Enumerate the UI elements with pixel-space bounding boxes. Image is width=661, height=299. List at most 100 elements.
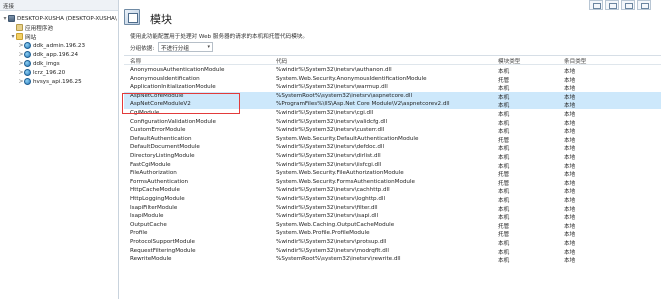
cell-name: FileAuthorization bbox=[130, 170, 177, 177]
cell-name: IsapiModule bbox=[130, 213, 164, 220]
table-row[interactable]: ConfigurationValidationModule %windir%\Sy… bbox=[124, 118, 661, 127]
tree-item-label: ddk_admin.196.23 bbox=[33, 42, 86, 49]
toolbar-view-button[interactable] bbox=[605, 0, 619, 10]
tree-item[interactable]: > ddk_app.196.24 bbox=[18, 50, 78, 59]
tree-item[interactable]: > hvsys_api.196.25 bbox=[18, 77, 82, 86]
modules-icon bbox=[124, 9, 140, 25]
table-row[interactable]: ApplicationInitializationModule %windir%\… bbox=[124, 83, 661, 92]
tree-item-label: ddk_imgs bbox=[33, 60, 60, 67]
cell-entry-type: 本地 bbox=[564, 258, 576, 265]
cell-code: System.Web.Security.FormsAuthenticationM… bbox=[276, 178, 415, 185]
cell-name: FastCgiModule bbox=[130, 161, 171, 168]
cell-name: FormsAuthentication bbox=[130, 178, 189, 185]
highlight-box bbox=[122, 93, 240, 114]
table-row[interactable]: ProtocolSupportModule %windir%\System32\i… bbox=[124, 238, 661, 247]
table-row[interactable]: DefaultDocumentModule %windir%\System32\i… bbox=[124, 143, 661, 152]
table-row[interactable]: AnonymousIdentification System.Web.Securi… bbox=[124, 75, 661, 84]
tree-item-label: DESKTOP-XUSHA (DESKTOP-XUSHA\ bbox=[17, 15, 117, 22]
tree-item[interactable]: ▾ 网站 bbox=[10, 32, 36, 41]
cell-name: DefaultAuthentication bbox=[130, 135, 192, 142]
table-row[interactable]: FileAuthorization System.Web.Security.Fil… bbox=[124, 169, 661, 178]
chevron-down-icon: ▾ bbox=[207, 44, 210, 50]
folder-icon bbox=[16, 33, 23, 40]
connections-header: 连接 bbox=[0, 0, 118, 11]
connections-panel: 连接 ▾ DESKTOP-XUSHA (DESKTOP-XUSHA\ 应用程序池 ▾ 网… bbox=[0, 0, 119, 299]
cell-code: %windir%\System32\inetsrv\modrqflt.dll bbox=[276, 247, 389, 254]
cell-name: OutputCache bbox=[130, 221, 167, 228]
table-row[interactable]: IsapiModule %windir%\System32\inetsrv\isa… bbox=[124, 212, 661, 221]
cell-name: ConfigurationValidationModule bbox=[130, 118, 216, 125]
tree-item[interactable]: > ddk_admin.196.23 bbox=[18, 41, 85, 50]
table-row[interactable]: DirectoryListingModule %windir%\System32\… bbox=[124, 152, 661, 161]
cell-code: %windir%\System32\inetsrv\iisfcgi.dll bbox=[276, 161, 382, 168]
cell-code: %windir%\System32\inetsrv\validcfg.dll bbox=[276, 118, 388, 125]
cell-code: System.Web.Caching.OutputCacheModule bbox=[276, 221, 395, 228]
cell-name: RequestFilteringModule bbox=[130, 247, 196, 254]
column-entry-type[interactable]: 条目类型 bbox=[564, 57, 624, 65]
group-by-select[interactable]: 不进行分组 ▾ bbox=[158, 42, 213, 52]
table-row[interactable]: AnonymousAuthenticationModule %windir%\Sy… bbox=[124, 66, 661, 75]
tree-item-label: 应用程序池 bbox=[25, 25, 53, 32]
modules-page: 模块 使用此功能配置用于处理对 Web 服务器的请求的本机和托管代码模块。 分组… bbox=[120, 0, 661, 299]
tree-item[interactable]: > ddk_imgs bbox=[18, 59, 60, 68]
tree-item[interactable]: > lcrz_196.20 bbox=[18, 68, 65, 77]
table-row[interactable]: RequestFilteringModule %windir%\System32\… bbox=[124, 247, 661, 256]
cell-code: %windir%\System32\inetsrv\defdoc.dll bbox=[276, 144, 385, 151]
table-row[interactable]: CustomErrorModule %windir%\System32\inets… bbox=[124, 126, 661, 135]
tree-item[interactable]: 应用程序池 bbox=[10, 23, 53, 32]
toolbar-help-button[interactable] bbox=[637, 0, 651, 10]
tree-item[interactable]: ▾ DESKTOP-XUSHA (DESKTOP-XUSHA\ bbox=[2, 14, 117, 23]
column-code[interactable]: 代码 bbox=[276, 57, 504, 65]
globe-icon bbox=[24, 60, 31, 67]
cell-code: %windir%\System32\inetsrv\authanon.dll bbox=[276, 67, 392, 73]
table-row[interactable]: Profile System.Web.Profile.ProfileModule 托… bbox=[124, 229, 661, 238]
cell-code: %windir%\System32\inetsrv\custerr.dll bbox=[276, 127, 385, 134]
column-name[interactable]: 名称 bbox=[130, 57, 280, 65]
table-row[interactable]: HttpCacheModule %windir%\System32\inetsrv… bbox=[124, 186, 661, 195]
globe-icon bbox=[24, 51, 31, 58]
table-row[interactable]: IsapiFilterModule %windir%\System32\inets… bbox=[124, 204, 661, 213]
server-icon bbox=[8, 15, 15, 22]
cell-code: %windir%\System32\inetsrv\loghttp.dll bbox=[276, 196, 386, 202]
cell-name: AnonymousAuthenticationModule bbox=[130, 67, 225, 73]
table-header: 名称 代码 模块类型 条目类型 bbox=[124, 56, 661, 65]
page-description: 使用此功能配置用于处理对 Web 服务器的请求的本机和托管代码模块。 bbox=[130, 34, 308, 40]
table-row[interactable]: DefaultAuthentication System.Web.Security… bbox=[124, 135, 661, 144]
tree-item-label: ddk_app.196.24 bbox=[33, 51, 79, 58]
cell-code: %SystemRoot%\system32\inetsrv\rewrite.dl… bbox=[276, 256, 401, 263]
table-row[interactable]: RewriteModule %SystemRoot%\system32\inets… bbox=[124, 255, 661, 264]
cell-code: %windir%\System32\inetsrv\isapi.dll bbox=[276, 213, 379, 220]
cell-name: RewriteModule bbox=[130, 256, 172, 263]
toolbar-refresh-button[interactable] bbox=[621, 0, 635, 10]
globe-icon bbox=[24, 78, 31, 85]
cell-name: CustomErrorModule bbox=[130, 127, 186, 134]
cell-code: System.Web.Security.AnonymousIdentificat… bbox=[276, 75, 427, 82]
cell-code: %windir%\System32\inetsrv\filter.dll bbox=[276, 204, 378, 211]
cell-name: ApplicationInitializationModule bbox=[130, 84, 216, 91]
table-row[interactable]: OutputCache System.Web.Caching.OutputCach… bbox=[124, 221, 661, 230]
cell-code: %ProgramFiles%\IIS\Asp.Net Core Module\V… bbox=[276, 101, 450, 108]
cell-code: %windir%\System32\inetsrv\warmup.dll bbox=[276, 84, 388, 91]
globe-icon bbox=[24, 69, 31, 76]
table-row[interactable]: HttpLoggingModule %windir%\System32\inets… bbox=[124, 195, 661, 204]
column-module-type[interactable]: 模块类型 bbox=[498, 57, 558, 65]
cell-name: DefaultDocumentModule bbox=[130, 144, 200, 151]
app-pool-icon bbox=[16, 24, 23, 31]
page-title: 模块 bbox=[150, 13, 172, 26]
cell-code: System.Web.Profile.ProfileModule bbox=[276, 230, 370, 237]
cell-code: %windir%\System32\inetsrv\cgi.dll bbox=[276, 110, 374, 116]
modules-table: 名称 代码 模块类型 条目类型 AnonymousAuthenticationM… bbox=[124, 55, 661, 299]
cell-code: %windir%\System32\inetsrv\cachhttp.dll bbox=[276, 187, 390, 194]
toolbar-back-button[interactable] bbox=[589, 0, 603, 10]
cell-name: HttpLoggingModule bbox=[130, 196, 185, 202]
table-row[interactable]: FormsAuthentication System.Web.Security.F… bbox=[124, 178, 661, 187]
group-by-label: 分组依据: bbox=[130, 46, 155, 52]
cell-module-type: 本机 bbox=[498, 258, 510, 265]
cell-name: IsapiFilterModule bbox=[130, 204, 178, 211]
cell-code: %windir%\System32\inetsrv\dirlist.dll bbox=[276, 153, 381, 159]
tree-item-label: 网站 bbox=[25, 34, 37, 41]
cell-name: DirectoryListingModule bbox=[130, 153, 195, 159]
globe-icon bbox=[24, 42, 31, 49]
table-row[interactable]: FastCgiModule %windir%\System32\inetsrv\i… bbox=[124, 161, 661, 170]
cell-code: %SystemRoot%\system32\inetsrv\aspnetcore… bbox=[276, 92, 413, 99]
